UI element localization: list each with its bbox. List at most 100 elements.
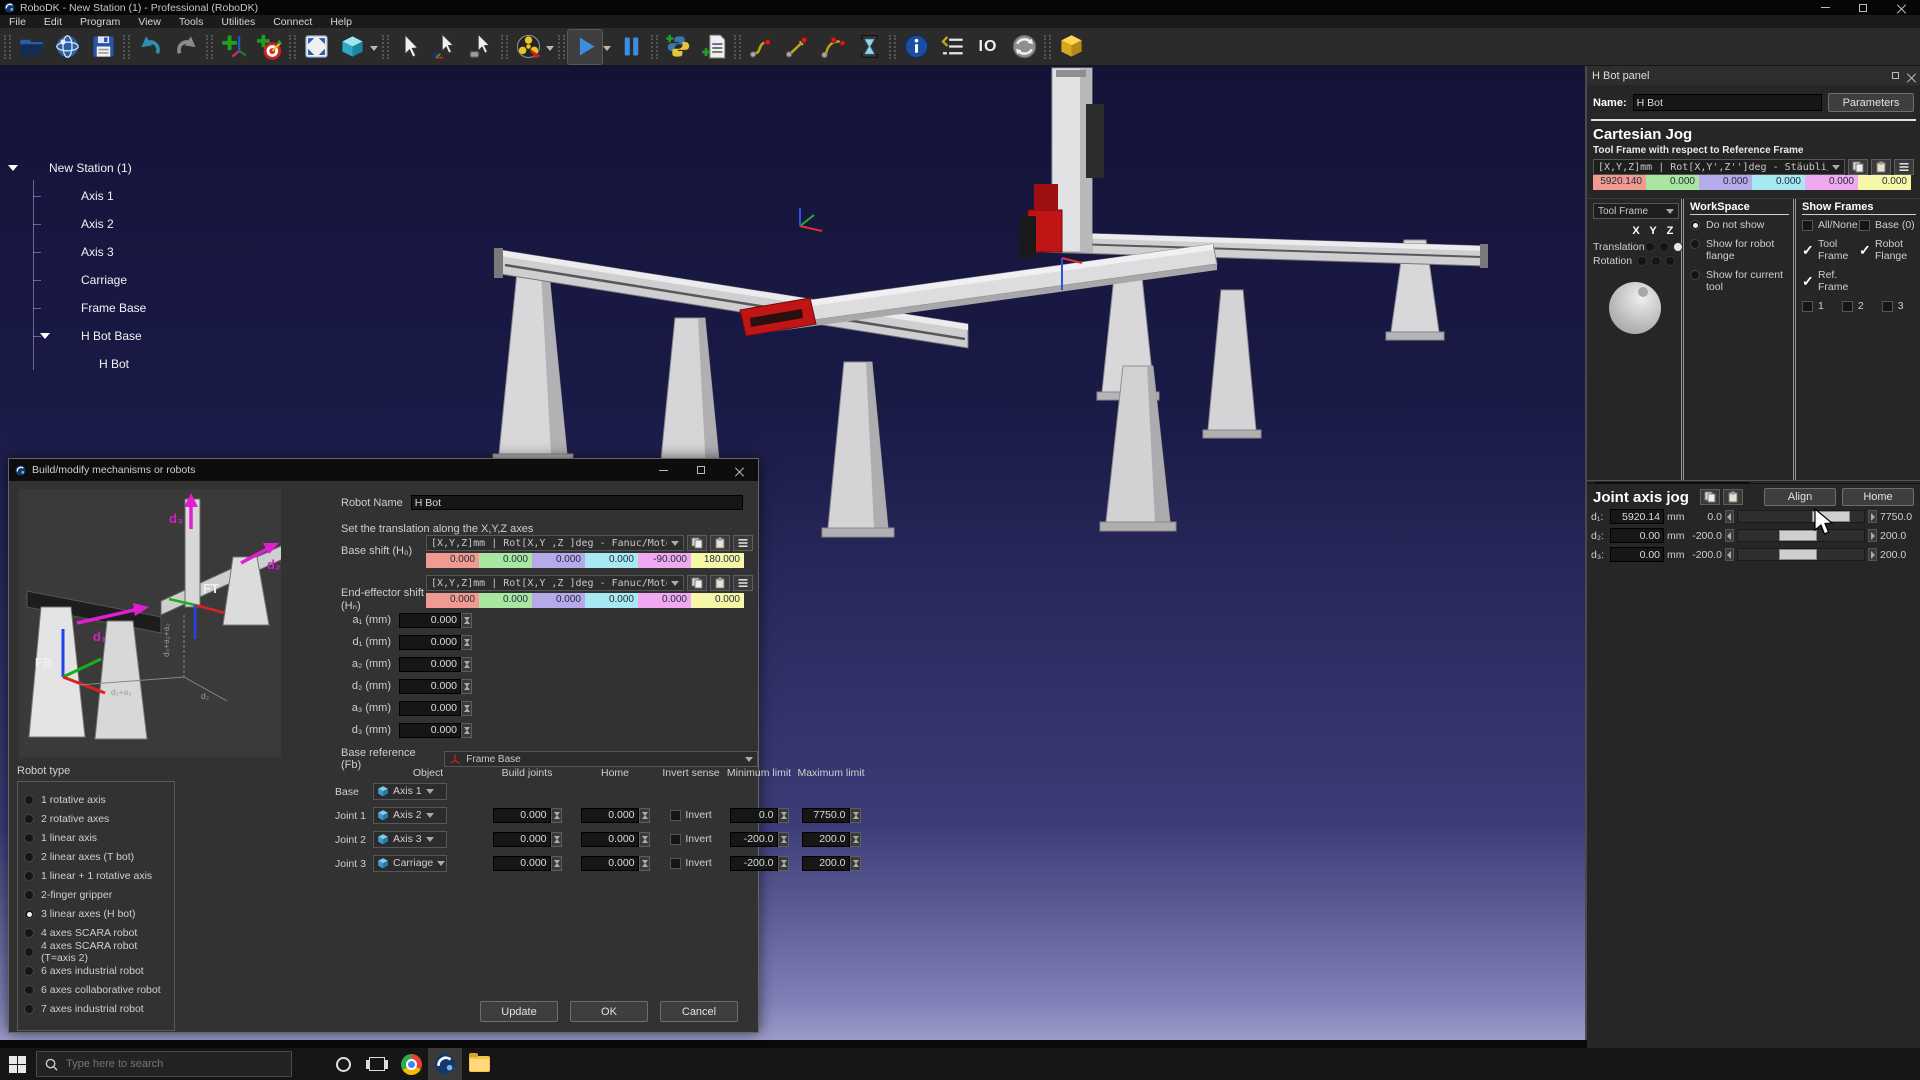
numbered-frame-option[interactable]: 2 xyxy=(1842,300,1864,312)
pause-instruction-button[interactable] xyxy=(851,29,887,65)
spinner-buttons[interactable] xyxy=(551,808,562,823)
invert-checkbox[interactable] xyxy=(670,834,681,845)
redo-button[interactable] xyxy=(168,29,204,65)
start-button[interactable] xyxy=(0,1048,34,1080)
spinner-buttons[interactable] xyxy=(639,856,650,871)
show-instructions-button[interactable] xyxy=(898,29,934,65)
copy-joints-button[interactable] xyxy=(1700,489,1720,505)
pose-value-cell[interactable]: 0.000 xyxy=(479,553,532,568)
cancel-button[interactable]: Cancel xyxy=(660,1001,738,1022)
check-collisions-button[interactable] xyxy=(510,29,546,65)
spinner-buttons[interactable] xyxy=(461,613,472,628)
jog-minus-button[interactable] xyxy=(1725,548,1734,561)
collision-dropdown-caret[interactable] xyxy=(546,46,554,55)
dh-field-input[interactable] xyxy=(399,613,461,628)
toolbar-grip[interactable] xyxy=(651,35,658,59)
open-file-button[interactable] xyxy=(13,29,49,65)
checkbox-icon[interactable] xyxy=(1842,301,1853,312)
align-button[interactable]: Align xyxy=(1764,488,1836,506)
radio-icon[interactable] xyxy=(24,852,34,862)
restore-button[interactable] xyxy=(1844,0,1882,15)
move-linear-instruction-button[interactable] xyxy=(779,29,815,65)
home-button[interactable]: Home xyxy=(1842,488,1914,506)
jog-plus-button[interactable] xyxy=(1868,510,1877,523)
spinner-buttons[interactable] xyxy=(778,856,789,871)
fit-to-screen-button[interactable] xyxy=(298,29,334,65)
radio-icon[interactable] xyxy=(24,909,34,919)
pose-value-cell[interactable]: 0.000 xyxy=(1752,175,1805,190)
program-call-instruction-button[interactable] xyxy=(934,29,970,65)
copy-pose-button[interactable] xyxy=(1848,159,1868,175)
copy-pose-button[interactable] xyxy=(687,575,707,591)
pose-value-cell[interactable]: 0.000 xyxy=(1858,175,1911,190)
base-object-select[interactable]: Axis 1 xyxy=(373,783,447,800)
build-joint-input[interactable] xyxy=(493,832,551,847)
pose-menu-button[interactable] xyxy=(733,535,753,551)
numbered-frame-option[interactable]: 3 xyxy=(1882,300,1904,312)
slider-thumb[interactable] xyxy=(1779,549,1817,560)
home-input[interactable] xyxy=(581,856,639,871)
max-limit-input[interactable] xyxy=(802,832,850,847)
move-circular-instruction-button[interactable] xyxy=(815,29,851,65)
copy-pose-button[interactable] xyxy=(687,535,707,551)
robot-type-option[interactable]: 6 axes industrial robot xyxy=(24,961,174,980)
jog-minus-button[interactable] xyxy=(1725,529,1734,542)
robot-type-option[interactable]: 1 rotative axis xyxy=(24,790,174,809)
joint-slider[interactable] xyxy=(1737,548,1865,561)
base-shift-format-select[interactable]: [X,Y,Z]mm | Rot[X,Y ,Z ]deg - Fanuc/Moto… xyxy=(426,535,684,551)
translation-axis-dot[interactable] xyxy=(1645,242,1655,252)
checkbox-icon[interactable] xyxy=(1802,245,1813,256)
robodk-taskbar-button[interactable] xyxy=(428,1048,462,1080)
spinner-buttons[interactable] xyxy=(461,657,472,672)
joint-slider[interactable] xyxy=(1737,510,1865,523)
toolbar-grip[interactable] xyxy=(123,35,130,59)
toolbar-grip[interactable] xyxy=(501,35,508,59)
joint-object-select[interactable]: Carriage xyxy=(373,855,447,872)
radio-icon[interactable] xyxy=(24,871,34,881)
menu-item[interactable]: File xyxy=(0,15,35,28)
spinner-buttons[interactable] xyxy=(461,701,472,716)
radio-icon[interactable] xyxy=(24,890,34,900)
checkbox-icon[interactable] xyxy=(1859,245,1870,256)
pose-value-cell[interactable]: 0.000 xyxy=(426,553,479,568)
radio-icon[interactable] xyxy=(24,985,34,995)
expander-icon[interactable] xyxy=(40,333,50,339)
toolbar-grip[interactable] xyxy=(4,35,11,59)
pose-value-cell[interactable]: 0.000 xyxy=(1699,175,1752,190)
dialog-close-button[interactable] xyxy=(720,463,758,478)
show-frame-option[interactable]: Base (0) xyxy=(1859,219,1916,231)
joint-value-input[interactable] xyxy=(1610,528,1664,543)
checkbox-icon[interactable] xyxy=(1859,220,1870,231)
robot-name-input[interactable] xyxy=(1633,94,1822,111)
robot-type-option[interactable]: 4 axes SCARA robot (T=axis 2) xyxy=(24,942,174,961)
spinner-buttons[interactable] xyxy=(850,832,861,847)
paste-pose-button[interactable] xyxy=(710,575,730,591)
pose-menu-button[interactable] xyxy=(1894,159,1914,175)
menu-item[interactable]: Edit xyxy=(35,15,71,28)
robot-type-option[interactable]: 6 axes collaborative robot xyxy=(24,980,174,999)
jog-plus-button[interactable] xyxy=(1868,529,1877,542)
toolbar-grip[interactable] xyxy=(206,35,213,59)
save-station-button[interactable] xyxy=(85,29,121,65)
menu-item[interactable]: Program xyxy=(71,15,129,28)
paste-pose-button[interactable] xyxy=(1871,159,1891,175)
radio-icon[interactable] xyxy=(1690,239,1700,249)
home-input[interactable] xyxy=(581,832,639,847)
menu-item[interactable]: Utilities xyxy=(212,15,264,28)
toolbar-grip[interactable] xyxy=(558,35,565,59)
show-frame-option[interactable]: Tool Frame xyxy=(1802,238,1859,262)
play-simulation-button[interactable] xyxy=(567,29,603,65)
dh-field-input[interactable] xyxy=(399,657,461,672)
pose-value-cell[interactable]: 0.000 xyxy=(585,553,638,568)
toolbar-grip[interactable] xyxy=(889,35,896,59)
tree-item[interactable]: Axis 2 xyxy=(0,210,300,238)
rotation-axis-dot[interactable] xyxy=(1665,256,1675,266)
checkbox-icon[interactable] xyxy=(1802,220,1813,231)
tree-item[interactable]: New Station (1) xyxy=(0,154,300,182)
undo-button[interactable] xyxy=(132,29,168,65)
io-instruction-button[interactable]: IO xyxy=(970,29,1006,65)
isometric-view-button[interactable] xyxy=(334,29,370,65)
file-explorer-button[interactable] xyxy=(462,1048,496,1080)
min-limit-input[interactable] xyxy=(730,808,778,823)
spinner-buttons[interactable] xyxy=(778,808,789,823)
